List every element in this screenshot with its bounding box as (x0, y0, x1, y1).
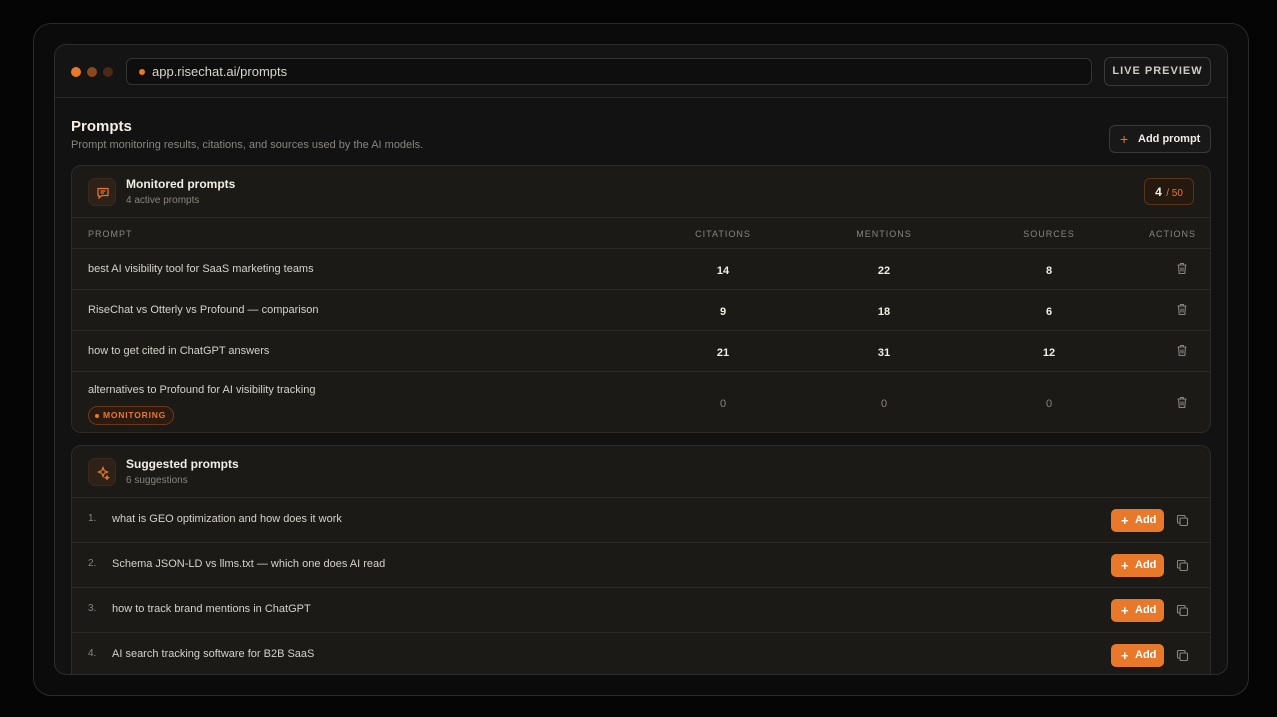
trash-icon[interactable] (1176, 396, 1188, 414)
status-label: MONITORING (103, 410, 167, 420)
plus-icon: + (1121, 648, 1129, 663)
live-preview-button[interactable]: LIVE PREVIEW (1104, 57, 1211, 86)
suggestion-row: 1. what is GEO optimization and how does… (72, 497, 1210, 542)
mentions-value: 22 (877, 265, 891, 277)
add-suggestion-button[interactable]: + Add (1111, 599, 1164, 622)
add-suggestion-button[interactable]: + Add (1111, 554, 1164, 577)
sources-value: 8 (1045, 265, 1053, 277)
prompt-count-badge: 4 / 50 (1144, 178, 1194, 205)
sources-value: 12 (1042, 347, 1056, 359)
add-label: Add (1135, 514, 1157, 526)
table-row[interactable]: alternatives to Profound for AI visibili… (72, 371, 1210, 432)
browser-topbar: app.risechat.ai/prompts LIVE PREVIEW (55, 45, 1227, 98)
status-badge: MONITORING (88, 406, 175, 425)
sources-value: 0 (1045, 398, 1053, 410)
column-actions: ACTIONS (1149, 229, 1197, 239)
suggestion-number: 3. (88, 603, 97, 614)
citations-value: 14 (716, 265, 730, 277)
citations-value: 21 (716, 347, 730, 359)
add-label: Add (1135, 604, 1157, 616)
suggestion-text: what is GEO optimization and how does it… (112, 513, 342, 525)
mentions-value: 18 (877, 306, 891, 318)
suggested-title: Suggested prompts (126, 457, 239, 471)
trash-icon[interactable] (1176, 344, 1188, 362)
citations-value: 0 (719, 398, 727, 410)
plus-icon: + (1121, 603, 1129, 618)
citations-value: 9 (719, 306, 727, 318)
page-title: Prompts (71, 118, 132, 135)
address-bar[interactable]: app.risechat.ai/prompts (126, 58, 1092, 85)
suggestion-number: 4. (88, 648, 97, 659)
suggestion-text: AI search tracking software for B2B SaaS (112, 648, 315, 660)
url-text: app.risechat.ai/prompts (152, 64, 288, 79)
window-minimize-dot[interactable] (87, 67, 97, 77)
column-prompt: PROMPT (88, 229, 133, 239)
status-dot-icon (95, 414, 99, 418)
prompt-text: how to get cited in ChatGPT answers (88, 345, 270, 357)
monitored-subtitle: 4 active prompts (126, 195, 200, 206)
sources-value: 6 (1045, 306, 1053, 318)
plus-icon: + (1120, 131, 1129, 147)
copy-icon[interactable] (1176, 649, 1189, 667)
table-row[interactable]: RiseChat vs Otterly vs Profound — compar… (72, 289, 1210, 330)
table-row[interactable]: best AI visibility tool for SaaS marketi… (72, 248, 1210, 289)
page-subtitle: Prompt monitoring results, citations, an… (71, 139, 424, 151)
column-sources[interactable]: SOURCES (1023, 229, 1075, 239)
suggestion-number: 1. (88, 513, 97, 524)
add-label: Add (1135, 559, 1157, 571)
prompt-text: RiseChat vs Otterly vs Profound — compar… (88, 304, 319, 316)
trash-icon[interactable] (1176, 262, 1188, 280)
chat-icon (88, 178, 116, 206)
monitored-prompts-card: Monitored prompts 4 active prompts 4 / 5… (71, 165, 1211, 433)
suggestion-number: 2. (88, 558, 97, 569)
add-prompt-button[interactable]: + Add prompt (1109, 125, 1211, 153)
plus-icon: + (1121, 513, 1129, 528)
copy-icon[interactable] (1176, 559, 1189, 577)
copy-icon[interactable] (1176, 604, 1189, 622)
prompt-text: best AI visibility tool for SaaS marketi… (88, 263, 314, 275)
count-max: / 50 (1166, 188, 1183, 199)
mentions-value: 0 (880, 398, 888, 410)
trash-icon[interactable] (1176, 303, 1188, 321)
column-mentions[interactable]: MENTIONS (856, 229, 912, 239)
add-suggestion-button[interactable]: + Add (1111, 644, 1164, 667)
table-header: PROMPT CITATIONS MENTIONS SOURCES ACTION… (72, 217, 1210, 248)
table-row[interactable]: how to get cited in ChatGPT answers 21 3… (72, 330, 1210, 371)
copy-icon[interactable] (1176, 514, 1189, 532)
add-prompt-label: Add prompt (1138, 133, 1201, 145)
suggestion-row: 2. Schema JSON-LD vs llms.txt — which on… (72, 542, 1210, 587)
suggested-prompts-card: Suggested prompts 6 suggestions 1. what … (71, 445, 1211, 674)
suggestion-row: 3. how to track brand mentions in ChatGP… (72, 587, 1210, 632)
add-suggestion-button[interactable]: + Add (1111, 509, 1164, 532)
add-label: Add (1135, 649, 1157, 661)
sparkle-icon (88, 458, 116, 486)
window-close-dot[interactable] (71, 67, 81, 77)
monitored-title: Monitored prompts (126, 177, 236, 191)
suggestion-text: Schema JSON-LD vs llms.txt — which one d… (112, 558, 386, 570)
url-status-dot (139, 69, 145, 75)
count-current: 4 (1155, 185, 1162, 199)
plus-icon: + (1121, 558, 1129, 573)
window-maximize-dot[interactable] (103, 67, 113, 77)
suggested-subtitle: 6 suggestions (126, 475, 188, 486)
mentions-value: 31 (877, 347, 891, 359)
suggestion-row: 4. AI search tracking software for B2B S… (72, 632, 1210, 674)
column-citations[interactable]: CITATIONS (695, 229, 751, 239)
prompt-text: alternatives to Profound for AI visibili… (88, 384, 316, 396)
browser-window: app.risechat.ai/prompts LIVE PREVIEW Pro… (54, 44, 1228, 675)
suggestion-text: how to track brand mentions in ChatGPT (112, 603, 311, 615)
